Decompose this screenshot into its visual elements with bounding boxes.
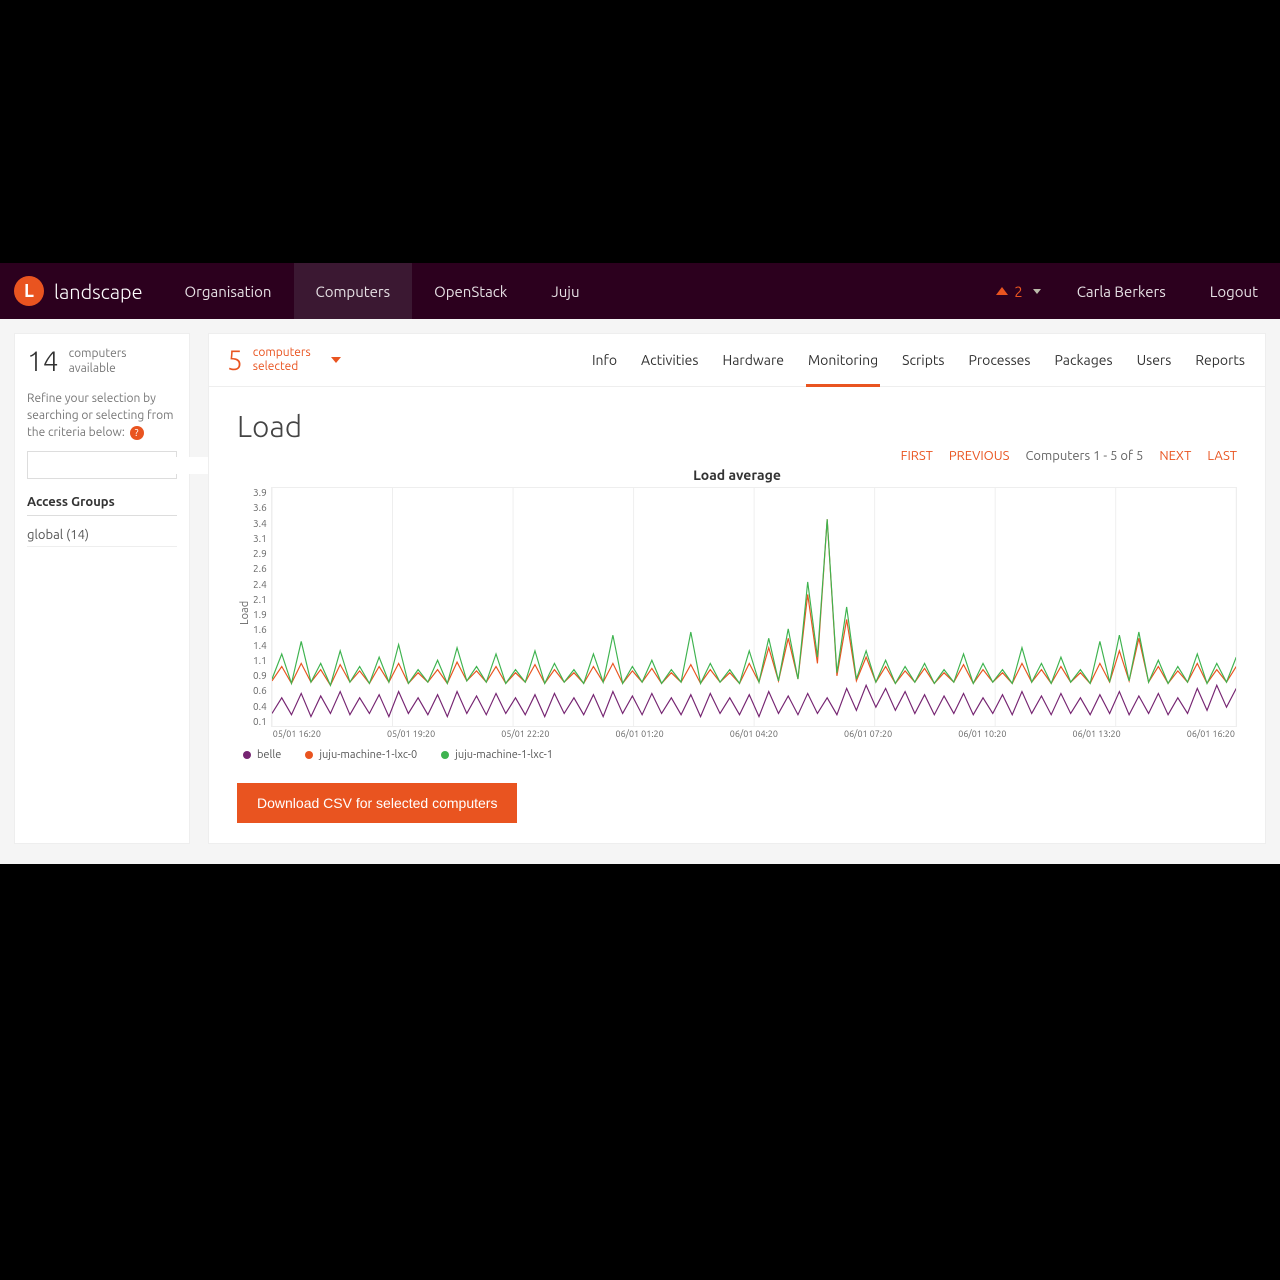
legend-label: juju-machine-1-lxc-1: [455, 749, 553, 761]
tab-info[interactable]: Info: [590, 342, 619, 378]
tab-hardware[interactable]: Hardware: [720, 342, 786, 378]
tab-reports[interactable]: Reports: [1193, 342, 1247, 378]
alert-count: 2: [1014, 283, 1022, 300]
nav-item-openstack[interactable]: OpenStack: [412, 263, 529, 319]
legend-label: juju-machine-1-lxc-0: [319, 749, 417, 761]
legend-label: belle: [257, 749, 281, 761]
legend-item[interactable]: juju-machine-1-lxc-0: [305, 749, 417, 761]
selected-computers-dropdown[interactable]: 5 computers selected: [227, 345, 341, 376]
nav-item-computers[interactable]: Computers: [294, 263, 413, 319]
search-field[interactable]: [27, 451, 177, 479]
tab-processes[interactable]: Processes: [966, 342, 1032, 378]
chart-plot: [271, 487, 1237, 727]
selected-count: 5: [227, 345, 243, 376]
brand[interactable]: L landscape: [0, 263, 163, 319]
legend-dot-icon: [441, 751, 449, 759]
nav-item-organisation[interactable]: Organisation: [163, 263, 294, 319]
chevron-down-icon: [331, 357, 341, 363]
chart-legend: belle juju-machine-1-lxc-0 juju-machine-1-…: [237, 749, 1237, 761]
pager: FIRST PREVIOUS Computers 1 - 5 of 5 NEXT…: [237, 449, 1237, 463]
tabs: Info Activities Hardware Monitoring Scripts P…: [590, 342, 1247, 378]
sidebar: 14 computers available Refine your selec…: [14, 333, 190, 844]
page-title: Load: [237, 409, 1237, 443]
search-input[interactable]: [34, 457, 214, 474]
nav-item-juju[interactable]: Juju: [529, 263, 601, 319]
user-menu[interactable]: Carla Berkers: [1055, 263, 1188, 319]
legend-dot-icon: [305, 751, 313, 759]
pager-last[interactable]: LAST: [1207, 449, 1237, 463]
chart-title: Load average: [237, 467, 1237, 483]
y-axis-label: Load: [237, 487, 253, 739]
x-ticks: 05/01 16:2005/01 19:2005/01 22:2006/01 0…: [271, 729, 1237, 739]
tab-monitoring[interactable]: Monitoring: [806, 342, 880, 378]
download-csv-button[interactable]: Download CSV for selected computers: [237, 783, 517, 823]
help-icon[interactable]: ?: [130, 426, 144, 440]
access-groups-heading: Access Groups: [27, 495, 177, 516]
legend-item[interactable]: belle: [243, 749, 281, 761]
refine-hint: Refine your selection by searching or se…: [27, 391, 177, 441]
computers-available-count: 14: [27, 346, 59, 377]
pager-next[interactable]: NEXT: [1159, 449, 1191, 463]
tab-activities[interactable]: Activities: [639, 342, 700, 378]
legend-item[interactable]: juju-machine-1-lxc-1: [441, 749, 553, 761]
chevron-down-icon: [1033, 289, 1041, 294]
load-chart: Load average Load 3.93.63.43.12.92.62.42…: [237, 467, 1237, 761]
y-ticks: 3.93.63.43.12.92.62.42.11.91.61.41.10.90…: [253, 487, 271, 727]
tab-users[interactable]: Users: [1135, 342, 1174, 378]
selected-label: computers selected: [253, 346, 311, 375]
pager-status: Computers 1 - 5 of 5: [1025, 449, 1143, 463]
pager-previous[interactable]: PREVIOUS: [949, 449, 1010, 463]
tab-packages[interactable]: Packages: [1053, 342, 1115, 378]
legend-dot-icon: [243, 751, 251, 759]
access-group-item[interactable]: global (14): [27, 524, 177, 547]
nav-items: OrganisationComputersOpenStackJuju: [163, 263, 602, 319]
tab-scripts[interactable]: Scripts: [900, 342, 946, 378]
main-panel: 5 computers selected Info Activities Hardw…: [208, 333, 1266, 844]
computers-available-label: computers available: [69, 347, 127, 376]
alerts-dropdown[interactable]: 2: [982, 263, 1054, 319]
alert-triangle-icon: [996, 287, 1008, 295]
logout-link[interactable]: Logout: [1188, 263, 1280, 319]
top-nav: L landscape OrganisationComputersOpenSta…: [0, 263, 1280, 319]
brand-name: landscape: [54, 280, 143, 303]
pager-first[interactable]: FIRST: [901, 449, 933, 463]
brand-logo-icon: L: [14, 276, 44, 306]
